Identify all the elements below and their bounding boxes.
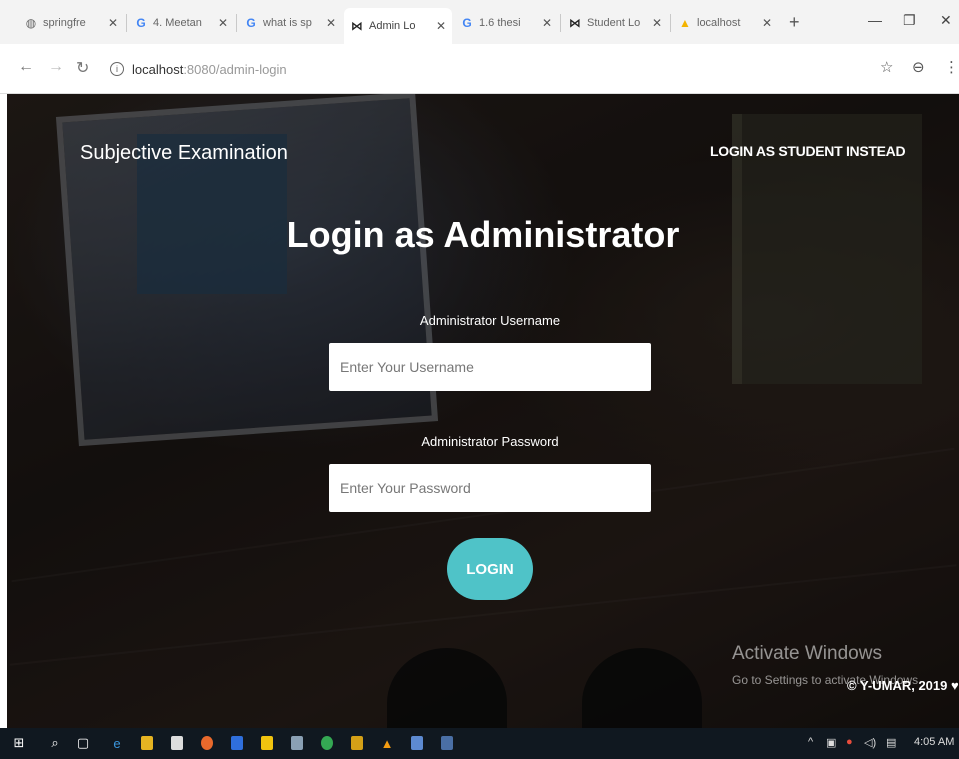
- edge-icon[interactable]: e: [108, 734, 126, 752]
- bookmark-star-icon[interactable]: ☆: [880, 58, 893, 76]
- clock[interactable]: 4:05 AM: [914, 736, 954, 748]
- address-bar-row: ← → ↻ i localhost:8080/admin-login ☆ ⊖ ⋮: [0, 44, 959, 94]
- back-icon[interactable]: ←: [18, 58, 34, 76]
- info-icon[interactable]: i: [110, 62, 124, 76]
- search-icon[interactable]: ⌕: [46, 734, 64, 752]
- notification-icon[interactable]: ▤: [886, 736, 896, 749]
- close-icon[interactable]: ✕: [940, 12, 952, 29]
- login-as-student-link[interactable]: LOGIN AS STUDENT INSTEAD: [710, 143, 906, 159]
- footer-credit: © Y-UMAR, 2019 ♥: [847, 678, 959, 693]
- tab-divider: [560, 14, 561, 32]
- page-title: Login as Administrator: [286, 214, 680, 255]
- background-overlay: [7, 94, 959, 728]
- forward-icon[interactable]: →: [48, 58, 64, 76]
- chevron-up-icon[interactable]: ^: [808, 736, 813, 748]
- minimize-icon[interactable]: —: [868, 12, 882, 28]
- tab-label: Student Lo: [587, 17, 641, 29]
- tab-divider: [126, 14, 127, 32]
- tab-localhost[interactable]: ▲ localhost ✕: [672, 10, 778, 36]
- login-button[interactable]: LOGIN: [447, 538, 533, 600]
- browser-tab-strip: ◍ springfre ✕ G 4. Meetan ✕ G what is sp…: [0, 0, 959, 44]
- app-icon[interactable]: [288, 734, 306, 752]
- url-host: localhost: [132, 61, 184, 77]
- watermark-title: Activate Windows: [732, 643, 882, 664]
- tab-label: Admin Lo: [369, 20, 416, 32]
- tab-meetan[interactable]: G 4. Meetan ✕: [128, 10, 234, 36]
- tab-label: springfre: [43, 17, 86, 29]
- site-brand-link[interactable]: Subjective Examination: [80, 142, 288, 165]
- tab-admin-login[interactable]: ⋈ Admin Lo ✕: [344, 8, 452, 44]
- bowtie-icon: ⋈: [569, 16, 581, 30]
- google-icon: G: [246, 16, 256, 30]
- file-explorer-icon[interactable]: [138, 734, 156, 752]
- address-bar[interactable]: i localhost:8080/admin-login: [104, 55, 864, 83]
- globe-icon: ◍: [25, 16, 37, 30]
- password-label: Administrator Password: [421, 434, 559, 449]
- app-icon[interactable]: [438, 734, 456, 752]
- app-icon[interactable]: [198, 734, 216, 752]
- drive-icon: ▲: [679, 16, 691, 30]
- chrome-icon[interactable]: [318, 734, 336, 752]
- tab-label: 1.6 thesi: [479, 17, 521, 29]
- profile-icon[interactable]: ⊖: [912, 58, 925, 76]
- tab-springfre[interactable]: ◍ springfre ✕: [18, 10, 124, 36]
- bowtie-icon: ⋈: [351, 19, 363, 33]
- tab-label: what is sp: [263, 17, 312, 29]
- tab-label: 4. Meetan: [153, 17, 202, 29]
- vlc-icon[interactable]: ▲: [378, 734, 396, 752]
- tab-label: localhost: [697, 17, 741, 29]
- google-icon: G: [136, 16, 146, 30]
- tab-close-icon[interactable]: ✕: [326, 16, 336, 30]
- tab-close-icon[interactable]: ✕: [652, 16, 662, 30]
- app-icon[interactable]: [228, 734, 246, 752]
- volume-icon[interactable]: ◁): [864, 736, 876, 749]
- task-view-icon[interactable]: ▢: [74, 734, 92, 752]
- new-tab-button[interactable]: +: [789, 12, 800, 33]
- windows-taskbar: ⊞ ⌕ ▢ e ▲ ^ ▣ ● ◁) ▤ 4:05 AM: [0, 728, 959, 759]
- store-icon[interactable]: [168, 734, 186, 752]
- reload-icon[interactable]: ↻: [76, 58, 89, 78]
- tab-close-icon[interactable]: ✕: [436, 19, 446, 33]
- network-icon[interactable]: ▣: [826, 736, 836, 749]
- password-input[interactable]: [329, 464, 651, 512]
- username-input[interactable]: [329, 343, 651, 391]
- tab-close-icon[interactable]: ✕: [108, 16, 118, 30]
- tab-close-icon[interactable]: ✕: [218, 16, 228, 30]
- admin-login-page: Subjective Examination LOGIN AS STUDENT …: [7, 94, 959, 728]
- url-path: :8080/admin-login: [183, 61, 287, 77]
- tab-divider: [236, 14, 237, 32]
- tab-student-login[interactable]: ⋈ Student Lo ✕: [562, 10, 668, 36]
- google-icon: G: [462, 16, 472, 30]
- tab-thesis[interactable]: G 1.6 thesi ✕: [454, 10, 558, 36]
- app-icon[interactable]: [258, 734, 276, 752]
- maximize-icon[interactable]: ❐: [903, 12, 916, 29]
- username-label: Administrator Username: [419, 313, 561, 328]
- tab-close-icon[interactable]: ✕: [762, 16, 772, 30]
- tab-what-is-sp[interactable]: G what is sp ✕: [238, 10, 342, 36]
- menu-icon[interactable]: ⋮: [944, 58, 959, 76]
- app-tray-icon[interactable]: ●: [846, 736, 853, 748]
- app-icon[interactable]: [348, 734, 366, 752]
- tab-close-icon[interactable]: ✕: [542, 16, 552, 30]
- app-icon[interactable]: [408, 734, 426, 752]
- tab-divider: [670, 14, 671, 32]
- windows-start-icon[interactable]: ⊞: [10, 734, 28, 752]
